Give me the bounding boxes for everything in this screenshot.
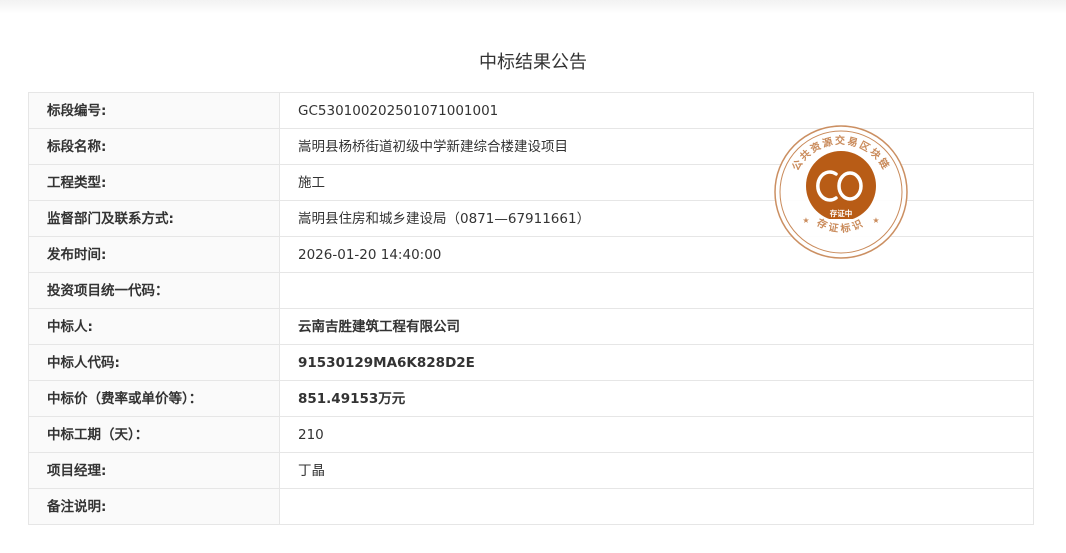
field-label: 中标人代码: bbox=[28, 344, 280, 381]
field-value bbox=[279, 272, 1034, 309]
field-value: 丁晶 bbox=[279, 452, 1034, 489]
seal-star-right-icon: ★ bbox=[872, 216, 879, 225]
blockchain-certification-seal: 公共资源交易区块链 存证标识 ★ ★ 存证中 bbox=[774, 125, 908, 259]
table-row: 中标人代码: 91530129MA6K828D2E bbox=[28, 344, 1034, 381]
table-row: 中标工期（天）： 210 bbox=[28, 416, 1034, 453]
table-row: 中标价（费率或单价等）： 851.49153万元 bbox=[28, 380, 1034, 417]
page-title: 中标结果公告 bbox=[479, 52, 587, 73]
table-row: 项目经理: 丁晶 bbox=[28, 452, 1034, 489]
field-label: 中标价（费率或单价等）： bbox=[28, 380, 280, 417]
field-value: 嵩明县住房和城乡建设局（0871—67911661） bbox=[279, 200, 1034, 237]
field-label: 监督部门及联系方式: bbox=[28, 200, 280, 237]
field-value: 210 bbox=[279, 416, 1034, 453]
field-label: 备注说明: bbox=[28, 488, 280, 525]
table-row: 中标人: 云南吉胜建筑工程有限公司 bbox=[28, 308, 1034, 345]
seal-center-text: 存证中 bbox=[829, 208, 853, 218]
field-value: GC5301002025010710010​01 bbox=[279, 92, 1034, 129]
table-row: 投资项目统一代码： bbox=[28, 272, 1034, 309]
top-shadow bbox=[0, 0, 1066, 14]
field-value: 2026-01-20 14:40:00 bbox=[279, 236, 1034, 273]
field-label: 项目经理: bbox=[28, 452, 280, 489]
seal-star-left-icon: ★ bbox=[802, 216, 809, 225]
field-label: 中标工期（天）： bbox=[28, 416, 280, 453]
field-value: 91530129MA6K828D2E bbox=[279, 344, 1034, 381]
field-label: 标段名称: bbox=[28, 128, 280, 165]
field-value bbox=[279, 488, 1034, 525]
seal-underline bbox=[828, 219, 854, 221]
field-label: 标段编号: bbox=[28, 92, 280, 129]
table-row: 备注说明: bbox=[28, 488, 1034, 525]
field-value: 嵩明县杨桥街道初级中学新建综合楼建设项目 bbox=[279, 128, 1034, 165]
field-value: 851.49153万元 bbox=[279, 380, 1034, 417]
field-label: 工程类型: bbox=[28, 164, 280, 201]
field-label: 投资项目统一代码： bbox=[28, 272, 280, 309]
field-label: 发布时间: bbox=[28, 236, 280, 273]
field-label: 中标人: bbox=[28, 308, 280, 345]
field-value: 施工 bbox=[279, 164, 1034, 201]
field-value: 云南吉胜建筑工程有限公司 bbox=[279, 308, 1034, 345]
